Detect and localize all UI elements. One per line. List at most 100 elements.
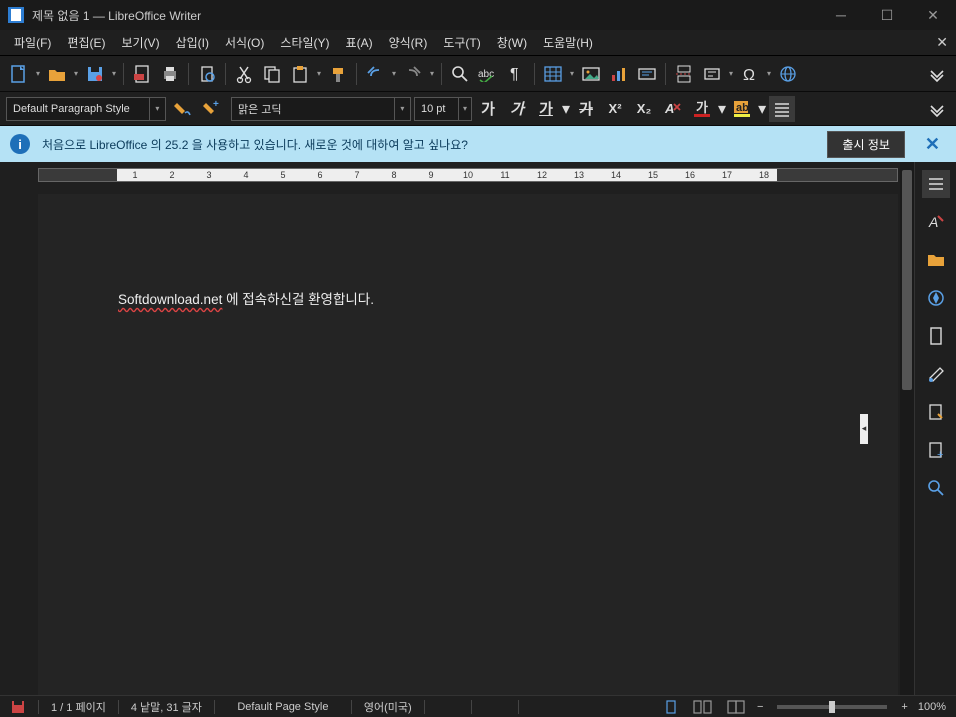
update-style-icon[interactable] [169, 96, 195, 122]
zoom-slider[interactable] [777, 705, 887, 709]
menu-format[interactable]: 서식(O) [217, 30, 272, 55]
export-pdf-icon[interactable] [129, 61, 155, 87]
menu-file[interactable]: 파일(F) [6, 30, 59, 55]
insert-page-break-icon[interactable] [671, 61, 697, 87]
zoom-in-button[interactable]: + [901, 701, 907, 713]
new-style-icon[interactable]: + [198, 96, 224, 122]
view-book-icon[interactable] [723, 700, 751, 714]
special-char-dropdown[interactable]: ▾ [765, 69, 773, 78]
properties-panel-icon[interactable] [922, 170, 950, 198]
insert-hyperlink-icon[interactable] [775, 61, 801, 87]
paragraph-style-combo[interactable]: ▾ [6, 97, 166, 121]
close-document-button[interactable]: ✕ [936, 34, 948, 51]
maximize-button[interactable]: ☐ [864, 0, 910, 30]
page-panel-icon[interactable] [922, 322, 950, 350]
highlight-dropdown[interactable]: ▾ [758, 99, 766, 119]
paragraph-style-dropdown[interactable]: ▾ [149, 98, 165, 120]
styles-panel-icon[interactable]: A [922, 208, 950, 236]
menu-help[interactable]: 도움말(H) [535, 30, 601, 55]
redo-dropdown[interactable]: ▾ [428, 69, 436, 78]
font-color-dropdown[interactable]: ▾ [718, 99, 726, 119]
paste-dropdown[interactable]: ▾ [315, 69, 323, 78]
subscript-button[interactable]: X₂ [631, 96, 657, 122]
clone-formatting-icon[interactable] [325, 61, 351, 87]
language-status[interactable]: 영어(미국) [360, 699, 416, 715]
formatting-marks-icon[interactable]: ¶ [503, 61, 529, 87]
style-inspector-icon[interactable] [922, 360, 950, 388]
field-dropdown[interactable]: ▾ [727, 69, 735, 78]
superscript-button[interactable]: X² [602, 96, 628, 122]
page-scroll-area[interactable]: Softdownload.net 에 접속하신걸 환영합니다. [0, 186, 914, 695]
insert-text-box-icon[interactable] [634, 61, 660, 87]
menu-window[interactable]: 창(W) [489, 30, 535, 55]
accessibility-check-icon[interactable]: + [922, 436, 950, 464]
font-name-input[interactable] [232, 103, 394, 115]
minimize-button[interactable]: ─ [818, 0, 864, 30]
page-style-status[interactable]: Default Page Style [223, 701, 343, 713]
menu-insert[interactable]: 삽입(I) [168, 30, 217, 55]
insert-image-icon[interactable] [578, 61, 604, 87]
font-size-dropdown[interactable]: ▾ [458, 98, 471, 120]
font-color-icon[interactable]: 가 [689, 96, 715, 122]
zoom-level-status[interactable]: 100% [914, 701, 950, 713]
strikethrough-button[interactable]: 가 [573, 96, 599, 122]
view-single-page-icon[interactable] [659, 700, 683, 714]
paragraph-style-input[interactable] [7, 103, 149, 115]
save-status-icon[interactable] [6, 699, 30, 715]
font-name-combo[interactable]: ▾ [231, 97, 411, 121]
zoom-out-button[interactable]: − [757, 701, 763, 713]
view-multi-page-icon[interactable] [689, 700, 717, 714]
bold-button[interactable]: 가 [475, 96, 501, 122]
find-panel-icon[interactable] [922, 474, 950, 502]
page[interactable]: Softdownload.net 에 접속하신걸 환영합니다. [38, 194, 898, 695]
save-dropdown[interactable]: ▾ [110, 69, 118, 78]
italic-button[interactable]: 가 [504, 96, 530, 122]
close-window-button[interactable]: ✕ [910, 0, 956, 30]
font-name-dropdown[interactable]: ▾ [394, 98, 410, 120]
insert-field-icon[interactable] [699, 61, 725, 87]
underline-button[interactable]: 가 [533, 96, 559, 122]
toolbar-overflow-icon[interactable] [924, 61, 950, 87]
redo-icon[interactable] [400, 61, 426, 87]
font-size-combo[interactable]: ▾ [414, 97, 472, 121]
manage-changes-icon[interactable] [922, 398, 950, 426]
document-text[interactable]: Softdownload.net 에 접속하신걸 환영합니다. [118, 288, 818, 308]
cut-icon[interactable] [231, 61, 257, 87]
page-number-status[interactable]: 1 / 1 페이지 [47, 699, 110, 715]
vertical-scrollbar[interactable] [900, 162, 914, 695]
word-count-status[interactable]: 4 낱말, 31 글자 [127, 699, 206, 715]
insert-special-char-icon[interactable]: Ω [737, 61, 763, 87]
menu-view[interactable]: 보기(V) [113, 30, 167, 55]
print-icon[interactable] [157, 61, 183, 87]
horizontal-ruler[interactable]: 123456789101112131415161718 [16, 166, 898, 184]
highlight-color-icon[interactable]: ab [729, 96, 755, 122]
align-justify-button[interactable] [769, 96, 795, 122]
menu-edit[interactable]: 편집(E) [59, 30, 113, 55]
font-size-input[interactable] [415, 103, 458, 115]
save-icon[interactable] [82, 61, 108, 87]
paste-icon[interactable] [287, 61, 313, 87]
open-icon[interactable] [44, 61, 70, 87]
new-dropdown[interactable]: ▾ [34, 69, 42, 78]
copy-icon[interactable] [259, 61, 285, 87]
formatting-overflow-icon[interactable] [924, 96, 950, 122]
underline-dropdown[interactable]: ▾ [562, 99, 570, 119]
undo-icon[interactable] [362, 61, 388, 87]
insert-table-icon[interactable] [540, 61, 566, 87]
new-document-icon[interactable] [6, 61, 32, 87]
menu-table[interactable]: 표(A) [338, 30, 381, 55]
release-notes-button[interactable]: 출시 정보 [827, 131, 905, 158]
menu-tools[interactable]: 도구(T) [435, 30, 488, 55]
toggle-print-preview-icon[interactable] [194, 61, 220, 87]
find-replace-icon[interactable] [447, 61, 473, 87]
undo-dropdown[interactable]: ▾ [390, 69, 398, 78]
spellcheck-icon[interactable]: abc [475, 61, 501, 87]
menu-form[interactable]: 양식(R) [381, 30, 436, 55]
insert-chart-icon[interactable] [606, 61, 632, 87]
clear-formatting-icon[interactable]: A [660, 96, 686, 122]
gallery-panel-icon[interactable] [922, 246, 950, 274]
sidebar-expand-handle[interactable]: ◂ [860, 414, 868, 444]
open-dropdown[interactable]: ▾ [72, 69, 80, 78]
table-dropdown[interactable]: ▾ [568, 69, 576, 78]
menu-styles[interactable]: 스타일(Y) [272, 30, 337, 55]
